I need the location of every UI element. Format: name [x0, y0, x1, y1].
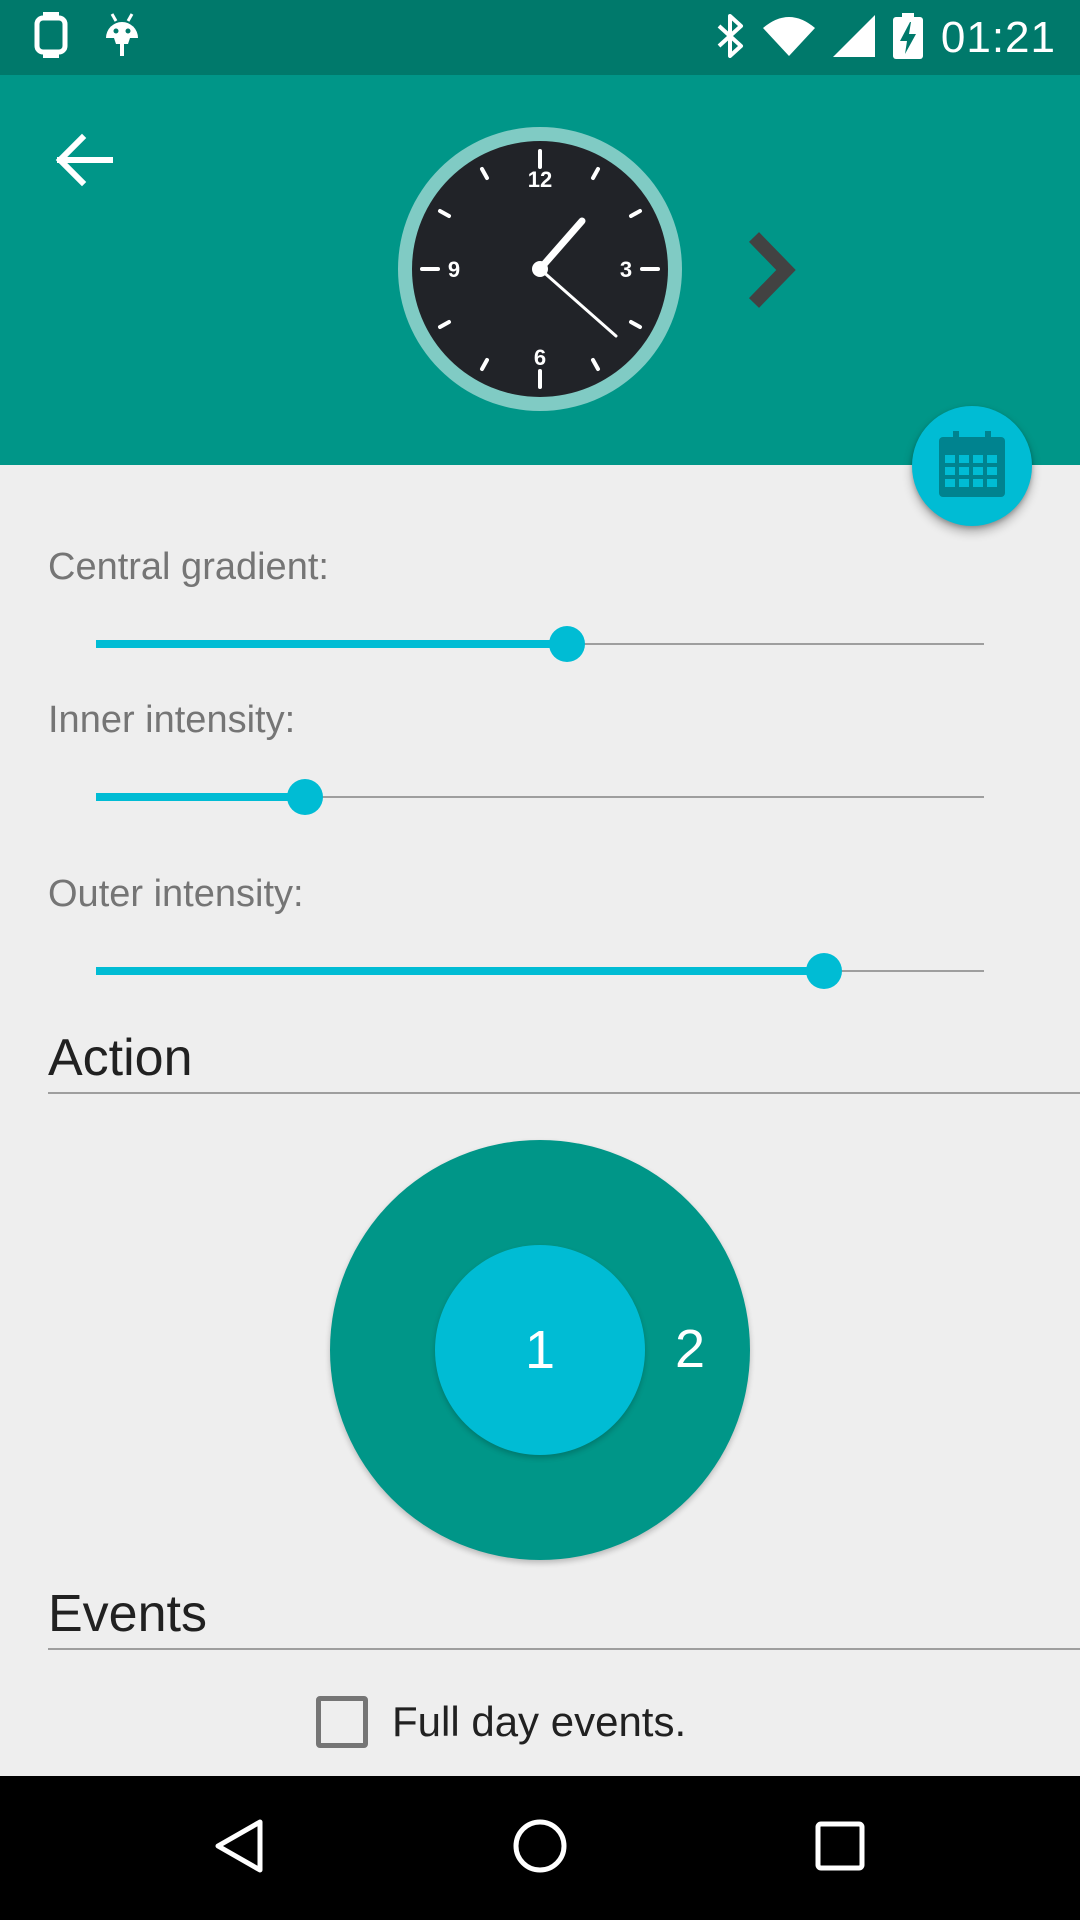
action-section-title: Action — [48, 1029, 193, 1087]
system-nav-bar — [0, 1776, 1080, 1920]
wifi-icon — [762, 16, 815, 60]
status-bar-right: 01:21 — [715, 10, 1056, 66]
action-inner-button[interactable]: 1 — [435, 1245, 645, 1455]
watch-number-9: 9 — [448, 257, 460, 282]
watch-number-12: 12 — [528, 167, 552, 192]
watch-icon — [34, 12, 68, 62]
slider-thumb[interactable] — [806, 953, 843, 989]
app-header: 12 3 6 9 — [0, 75, 1080, 465]
arrow-back-icon — [50, 133, 120, 199]
slider-thumb[interactable] — [286, 779, 323, 815]
slider-fill — [96, 793, 305, 801]
back-button[interactable] — [50, 125, 120, 195]
nav-recents-button[interactable] — [790, 1798, 890, 1898]
clock-time: 01:21 — [940, 13, 1056, 62]
full-day-events-row[interactable]: Full day events. — [316, 1694, 686, 1750]
central-gradient-label: Central gradient: — [48, 546, 329, 588]
status-bar: 01:21 — [0, 0, 1080, 75]
status-bar-left — [34, 12, 140, 62]
slider-fill — [96, 967, 825, 975]
watch-number-6: 6 — [534, 345, 546, 370]
action-divider — [48, 1092, 1080, 1094]
watch-number-3: 3 — [620, 257, 632, 282]
full-day-events-checkbox[interactable] — [316, 1696, 368, 1748]
outer-intensity-slider[interactable] — [96, 951, 984, 991]
events-section-title: Events — [48, 1585, 207, 1643]
home-circle-icon — [510, 1816, 570, 1880]
bluetooth-icon — [715, 14, 745, 62]
action-inner-label: 1 — [524, 1320, 556, 1380]
action-outer-label: 2 — [674, 1319, 706, 1379]
next-watchface-button[interactable] — [740, 225, 810, 315]
watch-face-preview: 12 3 6 9 — [398, 127, 682, 411]
chevron-right-icon — [740, 232, 810, 319]
back-triangle-icon — [210, 1816, 270, 1880]
calendar-icon — [939, 431, 1005, 501]
inner-intensity-label: Inner intensity: — [48, 699, 296, 741]
outer-intensity-label: Outer intensity: — [48, 873, 304, 915]
signal-icon — [832, 15, 875, 61]
calendar-fab-button[interactable] — [912, 406, 1032, 526]
full-day-events-label: Full day events. — [392, 1698, 687, 1745]
nav-back-button[interactable] — [190, 1798, 290, 1898]
central-gradient-slider[interactable] — [96, 624, 984, 664]
slider-thumb[interactable] — [548, 626, 585, 662]
slider-fill — [96, 640, 567, 648]
recents-square-icon — [810, 1816, 870, 1880]
android-icon — [104, 12, 140, 62]
battery-charging-icon — [892, 13, 923, 63]
inner-intensity-slider[interactable] — [96, 777, 984, 817]
nav-home-button[interactable] — [490, 1798, 590, 1898]
events-divider — [48, 1648, 1080, 1650]
